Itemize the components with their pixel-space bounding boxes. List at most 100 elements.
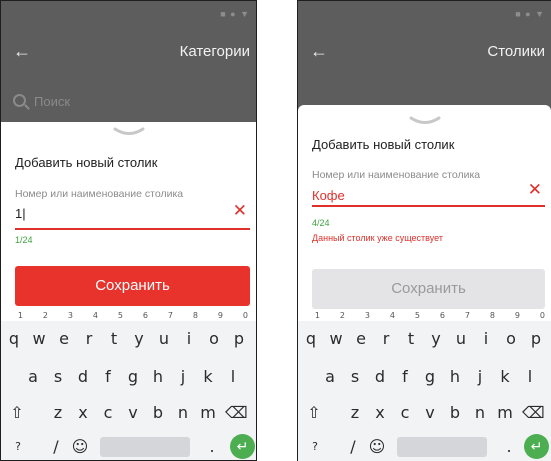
key-p[interactable]: p0 — [228, 312, 250, 357]
shift-icon[interactable]: ⇧ — [6, 395, 28, 431]
char-counter: 4/24 — [312, 218, 330, 228]
key-n[interactable]: n — [172, 395, 194, 431]
key-h[interactable]: h — [147, 359, 169, 395]
clear-icon[interactable]: ✕ — [233, 202, 247, 219]
table-name-input[interactable]: Кофе — [312, 188, 345, 203]
key-b[interactable]: b — [444, 395, 466, 431]
key-i[interactable]: i8 — [178, 312, 200, 357]
search-icon — [13, 94, 26, 107]
backspace-icon[interactable]: ⌫ — [225, 395, 248, 431]
key-o[interactable]: o9 — [203, 312, 225, 357]
key-c[interactable]: c — [394, 395, 416, 431]
backspace-icon[interactable]: ⌫ — [522, 395, 545, 431]
status-bar-icons: ■ ● ▼ — [220, 9, 250, 19]
keyboard-row-4: ?123 / ☺ . ↵ — [1, 429, 256, 460]
key-x[interactable]: x — [72, 395, 94, 431]
key-k[interactable]: k — [494, 359, 516, 395]
key-d[interactable]: d — [72, 359, 94, 395]
key-m[interactable]: m — [197, 395, 219, 431]
key-u[interactable]: u7 — [450, 312, 472, 357]
key-f[interactable]: f — [97, 359, 119, 395]
key-g[interactable]: g — [419, 359, 441, 395]
sheet-title: Добавить новый столик — [312, 137, 455, 152]
dimmed-background: ■ ● ▼ ← Столики — [298, 1, 551, 115]
search-placeholder: Поиск — [34, 94, 71, 109]
toolbar-title: Категории — [179, 43, 250, 60]
key-d[interactable]: d — [369, 359, 391, 395]
key-a[interactable]: a — [319, 359, 341, 395]
key-q[interactable]: q1 — [3, 312, 25, 357]
sheet-handle-icon[interactable] — [113, 126, 145, 138]
keyboard: q1 w2 e3 r4 t5 y6 u7 i8 o9 p0 a s d f g … — [298, 312, 551, 461]
key-l[interactable]: l — [222, 359, 244, 395]
key-slash[interactable]: / — [342, 429, 364, 461]
key-b[interactable]: b — [147, 395, 169, 431]
key-period[interactable]: . — [201, 429, 223, 460]
input-underline — [312, 205, 545, 207]
key-z[interactable]: z — [344, 395, 366, 431]
key-f[interactable]: f — [394, 359, 416, 395]
key-r[interactable]: r4 — [78, 312, 100, 357]
key-y[interactable]: y6 — [425, 312, 447, 357]
key-j[interactable]: j — [469, 359, 491, 395]
key-g[interactable]: g — [122, 359, 144, 395]
key-u[interactable]: u7 — [153, 312, 175, 357]
key-j[interactable]: j — [172, 359, 194, 395]
key-c[interactable]: c — [97, 395, 119, 431]
right-phone-screen: ■ ● ▼ ← Столики Добавить новый столик Но… — [297, 0, 551, 461]
key-m[interactable]: m — [494, 395, 516, 431]
key-t[interactable]: t5 — [103, 312, 125, 357]
back-arrow-icon[interactable]: ← — [310, 41, 328, 62]
dimmed-background: ■ ● ▼ ← Категории Поиск — [1, 1, 256, 122]
space-key[interactable] — [100, 437, 190, 457]
space-key[interactable] — [397, 437, 487, 457]
enter-icon[interactable]: ↵ — [524, 434, 549, 459]
save-button[interactable]: Сохранить — [312, 269, 545, 309]
key-i[interactable]: i8 — [475, 312, 497, 357]
status-bar-icons: ■ ● ▼ — [515, 9, 545, 19]
field-label: Номер или наименование столика — [312, 169, 481, 181]
key-q[interactable]: q1 — [300, 312, 322, 357]
sheet-handle-icon[interactable] — [409, 115, 441, 127]
key-r[interactable]: r4 — [375, 312, 397, 357]
key-v[interactable]: v — [419, 395, 441, 431]
emoji-icon[interactable]: ☺ — [366, 429, 388, 461]
shift-icon[interactable]: ⇧ — [303, 395, 325, 431]
keyboard-row-3: ⇧ z x c v b n m ⌫ — [1, 395, 256, 431]
save-button[interactable]: Сохранить — [15, 266, 250, 306]
key-a[interactable]: a — [22, 359, 44, 395]
key-period[interactable]: . — [498, 429, 520, 461]
symbols-key[interactable]: ?123 — [302, 429, 328, 461]
key-slash[interactable]: / — [45, 429, 67, 460]
key-e[interactable]: e3 — [350, 312, 372, 357]
table-name-input[interactable]: 1| — [15, 206, 26, 221]
symbols-key[interactable]: ?123 — [5, 429, 31, 460]
key-l[interactable]: l — [519, 359, 541, 395]
emoji-icon[interactable]: ☺ — [69, 429, 91, 460]
key-v[interactable]: v — [122, 395, 144, 431]
key-k[interactable]: k — [197, 359, 219, 395]
keyboard-row-4: ?123 / ☺ . ↵ — [298, 429, 551, 461]
back-arrow-icon[interactable]: ← — [13, 41, 31, 62]
key-y[interactable]: y6 — [128, 312, 150, 357]
key-x[interactable]: x — [369, 395, 391, 431]
keyboard-row-3: ⇧ z x c v b n m ⌫ — [298, 395, 551, 431]
key-s[interactable]: s — [344, 359, 366, 395]
left-phone-screen: ■ ● ▼ ← Категории Поиск Добавить новый с… — [0, 0, 257, 461]
key-h[interactable]: h — [444, 359, 466, 395]
clear-icon[interactable]: ✕ — [528, 181, 542, 198]
keyboard-row-2: a s d f g h j k l — [298, 359, 551, 395]
enter-icon[interactable]: ↵ — [230, 434, 255, 459]
key-t[interactable]: t5 — [400, 312, 422, 357]
key-o[interactable]: o9 — [500, 312, 522, 357]
key-p[interactable]: p0 — [525, 312, 547, 357]
key-s[interactable]: s — [47, 359, 69, 395]
key-z[interactable]: z — [47, 395, 69, 431]
keyboard-row-2: a s d f g h j k l — [1, 359, 256, 395]
key-w[interactable]: w2 — [28, 312, 50, 357]
key-w[interactable]: w2 — [325, 312, 347, 357]
field-label: Номер или наименование столика — [15, 188, 184, 200]
search-field[interactable]: Поиск — [13, 94, 70, 109]
key-n[interactable]: n — [469, 395, 491, 431]
key-e[interactable]: e3 — [53, 312, 75, 357]
